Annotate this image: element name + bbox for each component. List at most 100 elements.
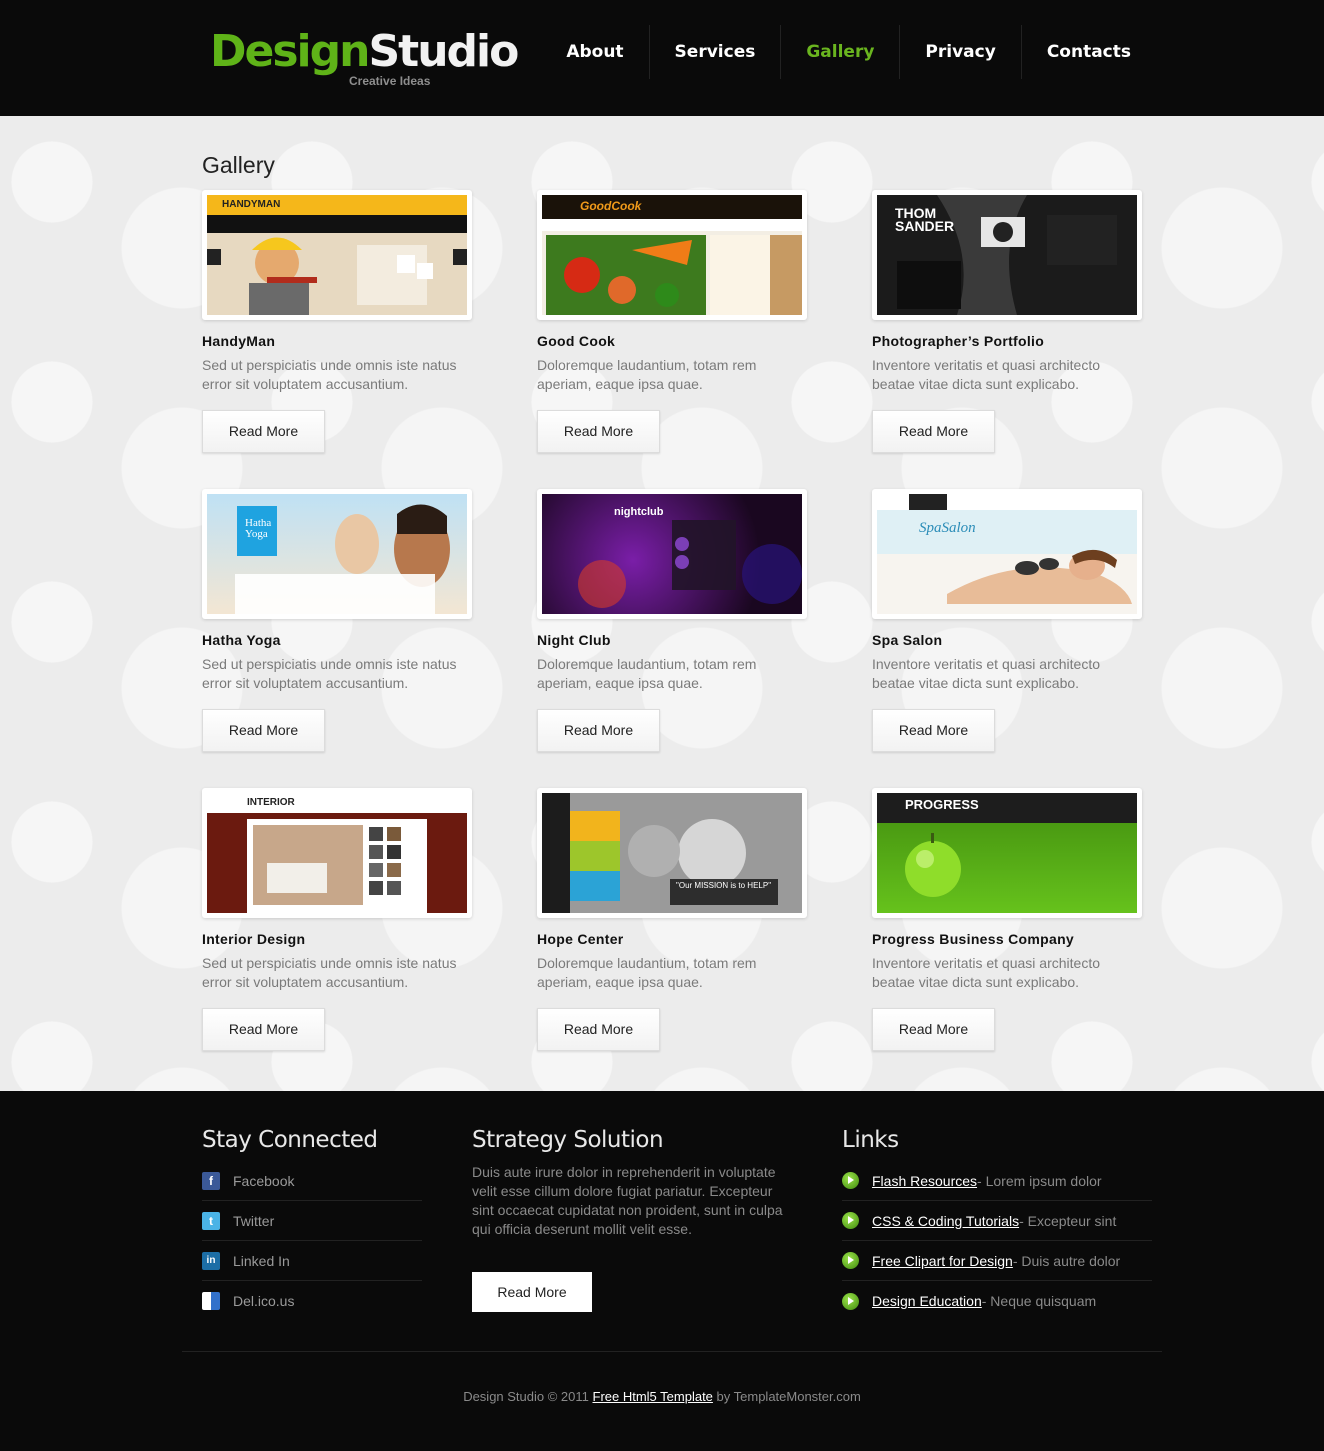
- links-title: Links: [842, 1127, 899, 1153]
- main-nav: About Services Gallery Privacy Contacts: [541, 25, 1156, 79]
- thumb-label: nightclub: [614, 506, 664, 518]
- card-title: Photographer’s Portfolio: [872, 333, 1045, 349]
- social-label: Facebook: [233, 1172, 295, 1189]
- link-item: Flash Resources - Lorem ipsum dolor: [842, 1161, 1152, 1201]
- gallery-thumbnail[interactable]: GoodCook: [537, 190, 807, 320]
- card-description: Inventore veritatis et quasi architecto …: [872, 955, 1101, 990]
- card-description: Sed ut perspiciatis unde omnis iste natu…: [202, 955, 457, 990]
- site-header: DesignStudio Creative Ideas About Servic…: [0, 0, 1324, 116]
- nav-privacy[interactable]: Privacy: [899, 25, 1020, 79]
- read-more-button[interactable]: Read More: [537, 1008, 660, 1051]
- card-description: Doloremque laudantium, totam rem aperiam…: [537, 656, 757, 691]
- strategy-title: Strategy Solution: [472, 1127, 664, 1153]
- social-item-facebook[interactable]: f Facebook: [202, 1161, 422, 1201]
- read-more-button[interactable]: Read More: [202, 709, 325, 752]
- link-description: - Duis autre dolor: [1012, 1252, 1121, 1269]
- logo[interactable]: DesignStudio Creative Ideas: [210, 26, 519, 88]
- arrow-bullet-icon: [842, 1292, 859, 1310]
- thumb-label: Hatha Yoga: [245, 517, 272, 540]
- social-item-linkedin[interactable]: in Linked In: [202, 1241, 422, 1281]
- logo-part-design: Design: [210, 26, 370, 77]
- hope-center-preview-image: [570, 811, 778, 905]
- gallery-thumbnail[interactable]: nightclub: [537, 489, 807, 619]
- nav-services[interactable]: Services: [648, 25, 781, 79]
- read-more-button[interactable]: Read More: [202, 410, 325, 453]
- free-template-link[interactable]: Free Html5 Template: [593, 1389, 713, 1404]
- gallery-card: GoodCook Good Cook Doloremque laudantium…: [537, 190, 807, 453]
- logo-tagline: Creative Ideas: [349, 74, 431, 88]
- read-more-button[interactable]: Read More: [872, 1008, 995, 1051]
- copyright-prefix: Design Studio © 2011: [463, 1389, 593, 1404]
- logo-part-studio: Studio: [368, 26, 519, 77]
- strategy-read-more-button[interactable]: Read More: [472, 1272, 592, 1312]
- read-more-button[interactable]: Read More: [872, 709, 995, 752]
- nav-gallery[interactable]: Gallery: [780, 25, 899, 79]
- arrow-bullet-icon: [842, 1252, 859, 1269]
- card-title: Progress Business Company: [872, 931, 1075, 947]
- card-title: HandyMan: [202, 333, 276, 349]
- card-title: Spa Salon: [872, 632, 943, 648]
- card-description: Inventore veritatis et quasi architecto …: [872, 656, 1101, 691]
- footer-divider: [182, 1351, 1162, 1352]
- link-item: CSS & Coding Tutorials - Excepteur sint: [842, 1201, 1152, 1241]
- thumb-label: PROGRESS: [905, 797, 979, 812]
- link-free-clipart[interactable]: Free Clipart for Design: [872, 1253, 1013, 1269]
- gallery-thumbnail[interactable]: SpaSalon: [872, 489, 1142, 619]
- gallery-thumbnail[interactable]: HANDYMAN: [202, 190, 472, 320]
- gallery-card: Hatha Yoga Hatha Yoga Sed ut perspiciati…: [202, 489, 472, 752]
- link-description: - Excepteur sint: [1019, 1212, 1117, 1229]
- facebook-icon: f: [202, 1171, 220, 1190]
- read-more-button[interactable]: Read More: [872, 410, 995, 453]
- thumb-label: THOM SANDER: [895, 205, 955, 234]
- gallery-thumbnail[interactable]: PROGRESS: [872, 788, 1142, 918]
- gallery-thumbnail[interactable]: INTERIOR: [202, 788, 472, 918]
- links-list: Flash Resources - Lorem ipsum dolor CSS …: [842, 1161, 1152, 1321]
- twitter-icon: t: [202, 1211, 220, 1230]
- card-description: Inventore veritatis et quasi architecto …: [872, 357, 1101, 392]
- card-title: Interior Design: [202, 931, 306, 947]
- read-more-button[interactable]: Read More: [537, 410, 660, 453]
- links-section: Links Flash Resources - Lorem ipsum dolo…: [842, 1127, 1152, 1321]
- gallery-card: HANDYMAN HandyMan Sed ut perspiciatis un…: [202, 190, 472, 453]
- social-item-twitter[interactable]: t Twitter: [202, 1201, 422, 1241]
- nav-about[interactable]: About: [541, 25, 648, 79]
- gallery-card: PROGRESS Progress Business Company Inven…: [872, 788, 1142, 1051]
- gallery-card: nightclub Night Club Doloremque laudanti…: [537, 489, 807, 752]
- delicious-icon: [202, 1292, 220, 1310]
- card-title: Hope Center: [537, 931, 624, 947]
- gallery-thumbnail[interactable]: THOM SANDER: [872, 190, 1142, 320]
- card-description: Doloremque laudantium, totam rem aperiam…: [537, 357, 757, 392]
- link-item: Design Education - Neque quisquam: [842, 1281, 1152, 1321]
- read-more-button[interactable]: Read More: [537, 709, 660, 752]
- stay-connected-section: Stay Connected f Facebook t Twitter in L…: [202, 1127, 422, 1321]
- main-content: Gallery HANDYMAN HandyMan Sed ut perspic…: [0, 116, 1324, 1091]
- social-list: f Facebook t Twitter in Linked In Del.ic…: [202, 1161, 422, 1321]
- social-item-delicious[interactable]: Del.ico.us: [202, 1281, 422, 1321]
- linkedin-icon: in: [202, 1251, 220, 1270]
- link-design-education[interactable]: Design Education: [872, 1293, 982, 1309]
- handyman-preview-image: [207, 233, 467, 315]
- link-css-coding-tutorials[interactable]: CSS & Coding Tutorials: [872, 1213, 1019, 1229]
- copyright: Design Studio © 2011 Free Html5 Template…: [0, 1389, 1324, 1404]
- nav-contacts[interactable]: Contacts: [1020, 25, 1156, 79]
- link-flash-resources[interactable]: Flash Resources: [872, 1173, 977, 1189]
- arrow-bullet-icon: [842, 1172, 859, 1189]
- nightclub-preview-image: [578, 520, 802, 608]
- card-title: Night Club: [537, 632, 611, 648]
- thumb-label: HANDYMAN: [222, 199, 281, 210]
- link-description: - Lorem ipsum dolor: [977, 1172, 1102, 1189]
- gallery-thumbnail[interactable]: Hatha Yoga: [202, 489, 472, 619]
- read-more-button[interactable]: Read More: [202, 1008, 325, 1051]
- page-title: Gallery: [202, 152, 275, 178]
- yoga-preview-image: [235, 504, 450, 614]
- card-description: Sed ut perspiciatis unde omnis iste natu…: [202, 357, 457, 392]
- interior-preview-image: [247, 819, 427, 913]
- gallery-thumbnail[interactable]: "Our MISSION is to HELP": [537, 788, 807, 918]
- thumb-label: SpaSalon: [919, 520, 976, 536]
- gallery-card: "Our MISSION is to HELP" Hope Center Dol…: [537, 788, 807, 1051]
- link-item: Free Clipart for Design - Duis autre dol…: [842, 1241, 1152, 1281]
- spa-preview-image: [909, 494, 1132, 604]
- strategy-text: Duis aute irure dolor in reprehenderit i…: [472, 1164, 783, 1237]
- copyright-suffix: by TemplateMonster.com: [712, 1389, 861, 1404]
- stay-connected-title: Stay Connected: [202, 1127, 378, 1153]
